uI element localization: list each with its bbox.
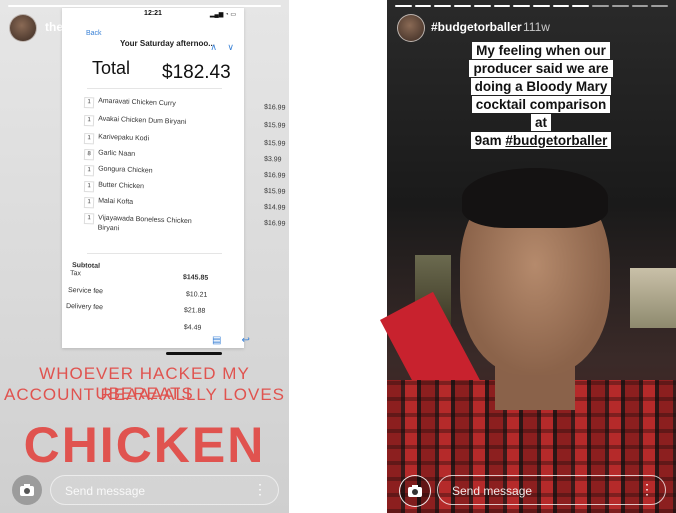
summary-row: $4.49 (183, 324, 202, 332)
archive-reply-icons: ▤↩ (212, 335, 270, 346)
camera-icon (20, 484, 34, 496)
back-link: Back (86, 30, 102, 37)
more-options-icon[interactable]: ⋮ (253, 481, 267, 498)
story-left[interactable]: theyoungtraveler 18h 12:21 ▂▄▆ ◔ ▭ Back … (0, 0, 289, 513)
hashtag-link: #budgetorballer (505, 133, 608, 148)
total-value: $182.43 (162, 62, 231, 83)
story-progress-bar (395, 5, 669, 7)
camera-icon (408, 485, 422, 497)
caption-big: CHICKEN (23, 417, 266, 473)
send-message-input[interactable]: Send message (50, 475, 279, 505)
camera-button[interactable] (399, 475, 431, 507)
more-options-icon[interactable]: ⋮ (640, 481, 654, 498)
email-subject: Your Saturday afternoo... (120, 39, 215, 48)
divider (87, 88, 222, 89)
avatar[interactable] (397, 14, 425, 42)
signal-icon: ▂▄▆ ◔ ▭ (209, 12, 236, 18)
total-label: Total (92, 58, 131, 78)
username[interactable]: #budgetorballer (431, 20, 522, 34)
camera-button[interactable] (12, 475, 42, 505)
post-time: 111w (523, 20, 550, 34)
receipt-screenshot: 12:21 ▂▄▆ ◔ ▭ Back Your Saturday afterno… (62, 8, 286, 355)
avatar[interactable] (9, 14, 37, 42)
home-indicator (166, 352, 222, 355)
story-progress-bar (8, 5, 281, 7)
summary-row: Delivery fee $21.88 (65, 303, 206, 315)
caption-line-2: ACCOUNT REAAAALLLY LOVES (4, 385, 285, 404)
summary-row: Service fee $10.21 (67, 287, 208, 299)
hair (462, 168, 608, 228)
text-sticker: My feeling when our producer said we are… (467, 42, 615, 150)
reply-bar: Send message ⋮ (8, 473, 281, 507)
nav-arrows-icon: ∧ ∨ (210, 42, 238, 52)
send-message-input[interactable]: Send message (437, 475, 666, 505)
divider (87, 253, 222, 254)
car-window-right (630, 268, 676, 328)
reply-bar-right: Send message ⋮ (395, 473, 668, 507)
